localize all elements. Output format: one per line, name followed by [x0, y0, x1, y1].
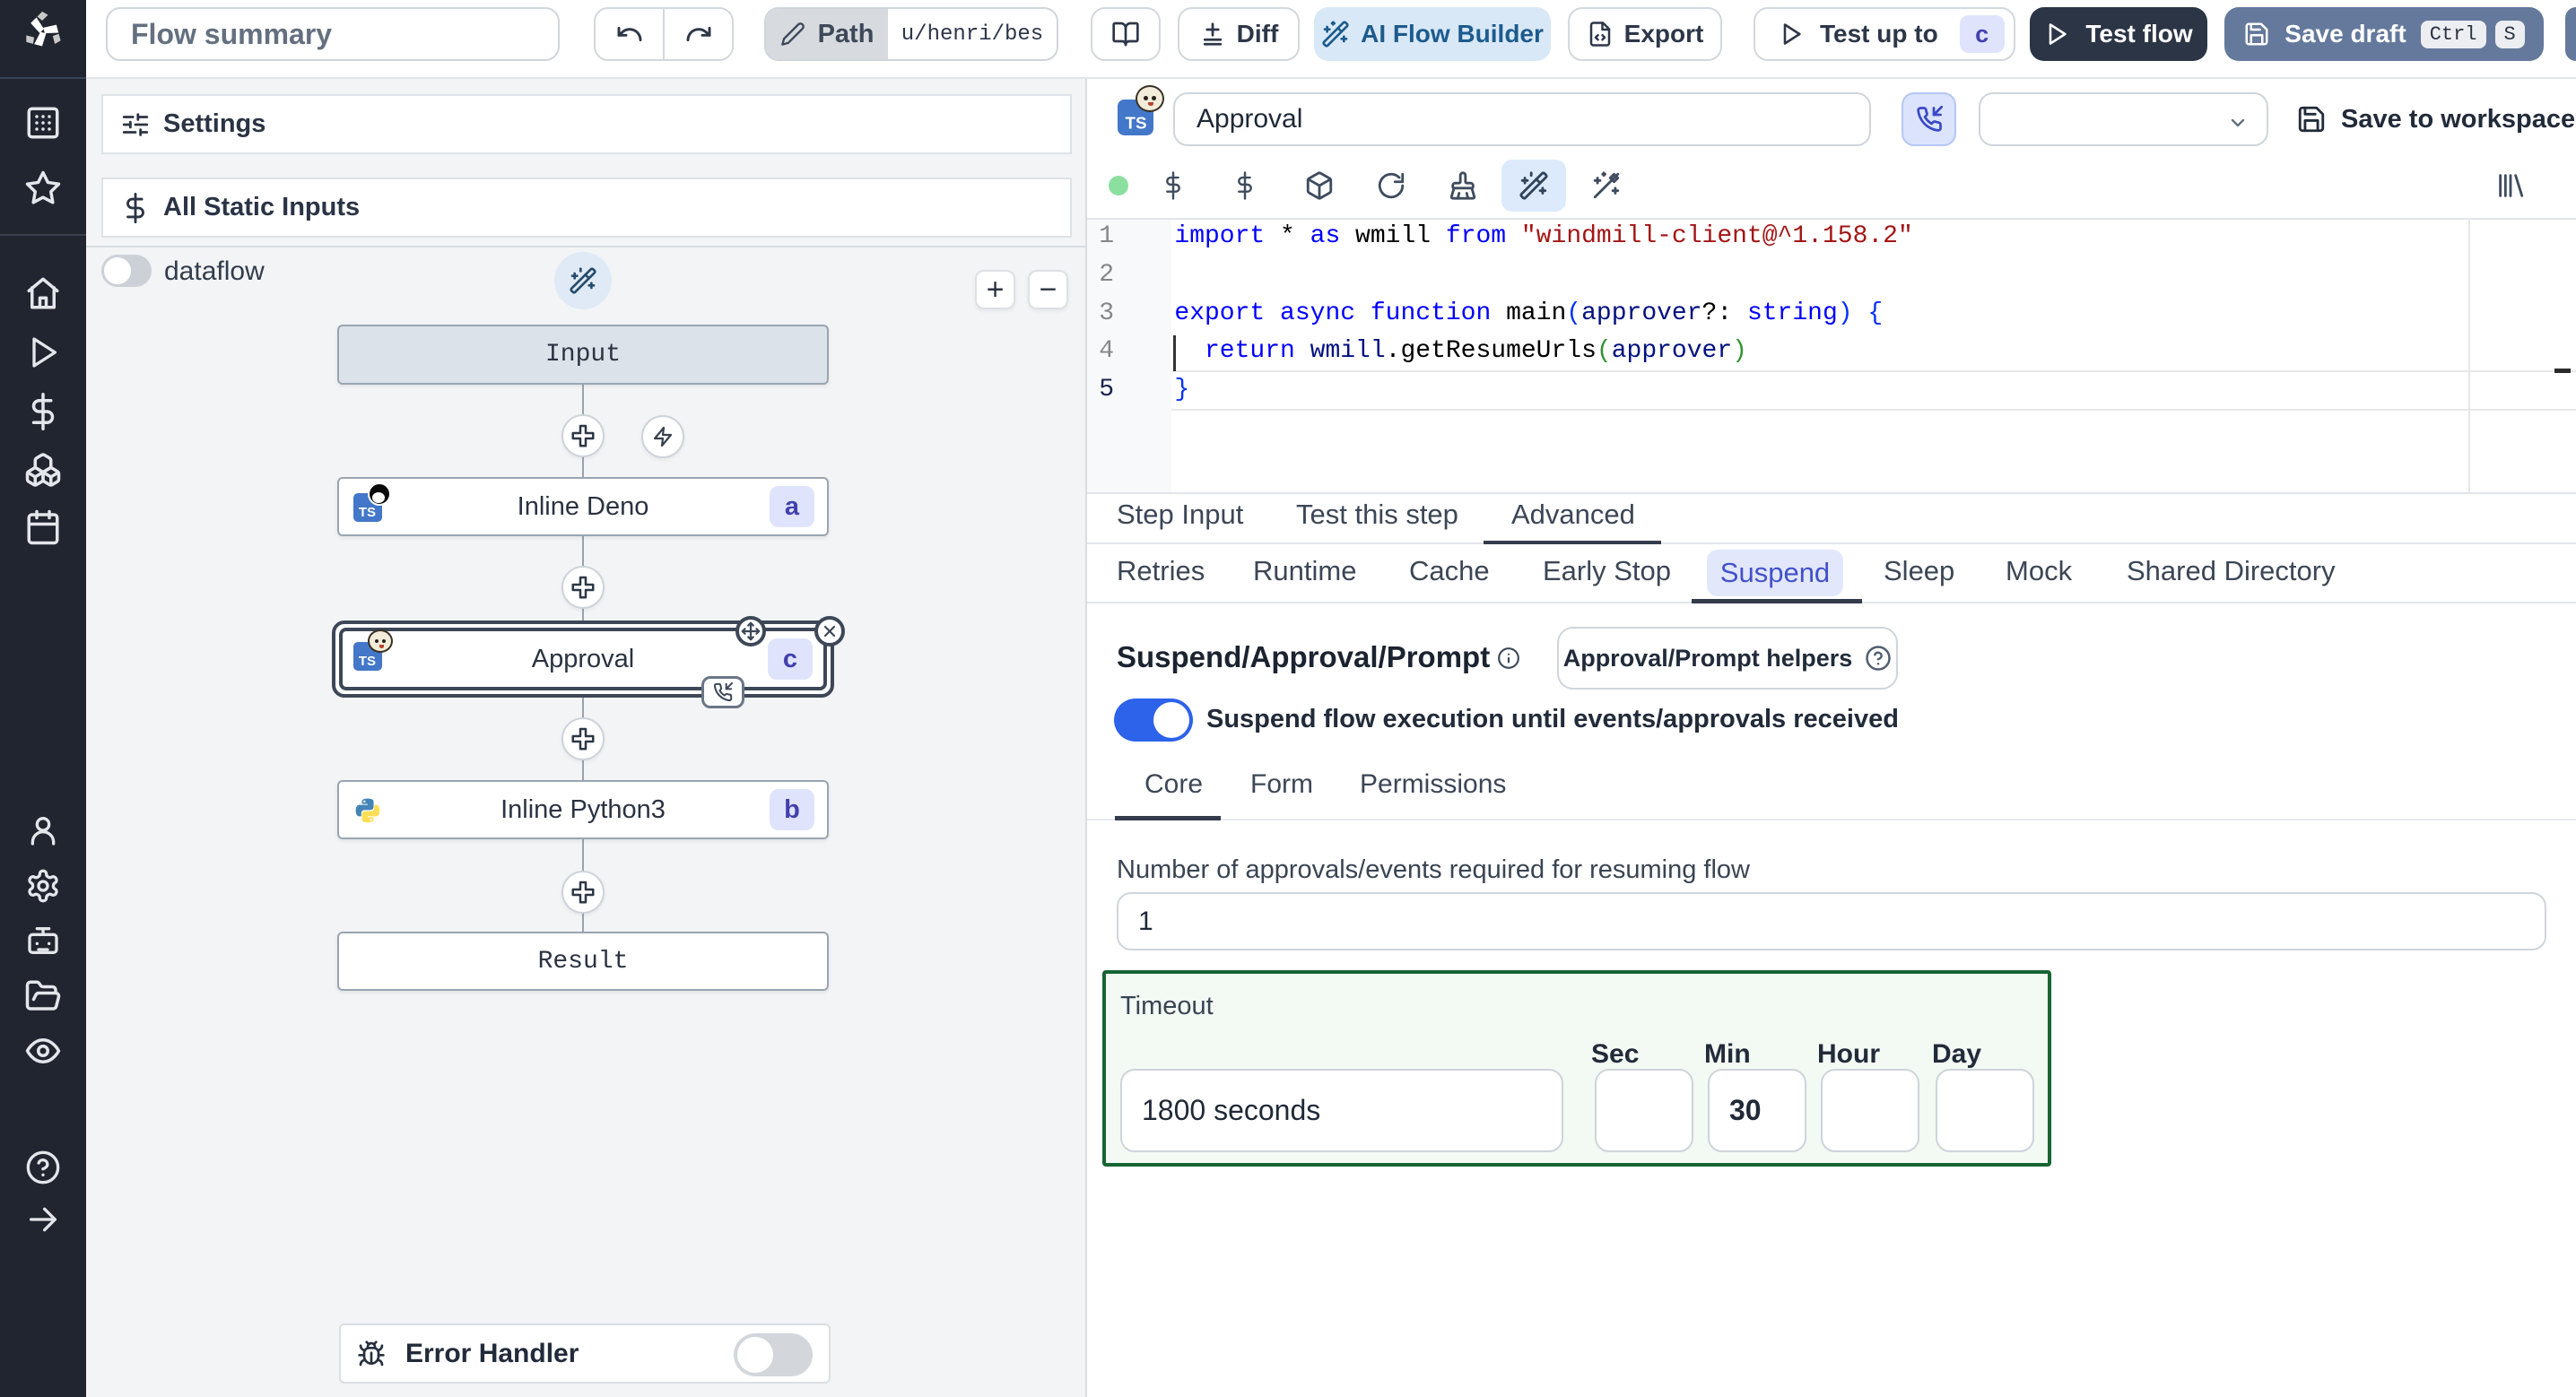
svg-text:TS: TS	[359, 654, 376, 669]
svg-text:TS: TS	[1126, 114, 1147, 133]
svg-text:TS: TS	[359, 505, 376, 520]
